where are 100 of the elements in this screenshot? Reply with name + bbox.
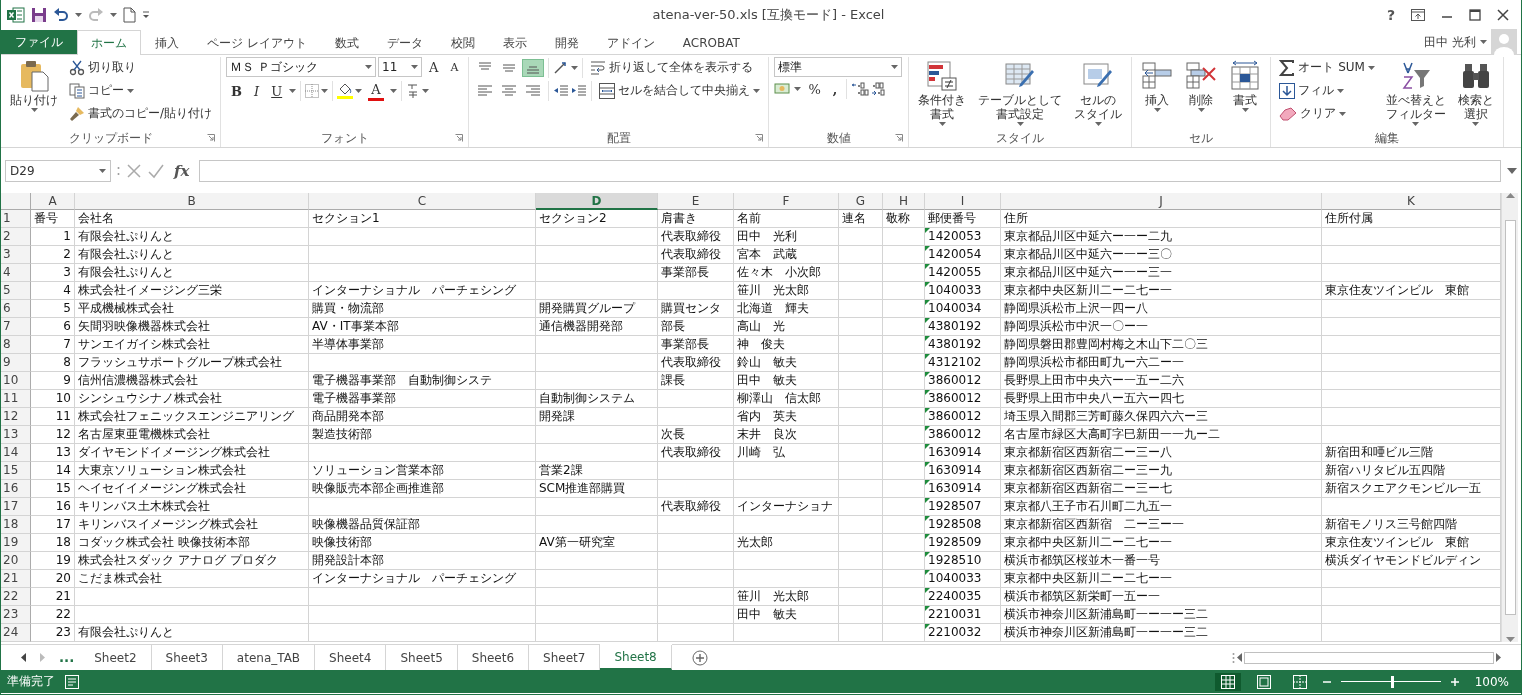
formula-input[interactable]: [199, 160, 1501, 182]
column-header[interactable]: H: [883, 193, 925, 210]
increase-decimal-icon[interactable]: [851, 82, 870, 96]
add-sheet-icon[interactable]: [691, 649, 708, 666]
empty-cell[interactable]: [839, 480, 883, 498]
font-size-field[interactable]: 11: [378, 57, 423, 77]
empty-cell[interactable]: [1322, 588, 1501, 606]
ribbon-button[interactable]: フィル: [1276, 80, 1378, 101]
format-button[interactable]: U: [266, 81, 288, 101]
caret-icon[interactable]: [571, 65, 579, 70]
fill-color-icon[interactable]: [337, 83, 354, 99]
empty-cell[interactable]: [839, 318, 883, 336]
decrease-indent-icon[interactable]: [553, 83, 570, 98]
column-header[interactable]: E: [658, 193, 734, 210]
empty-cell[interactable]: [1322, 408, 1501, 426]
row-header[interactable]: 15: [1, 462, 31, 480]
view-button[interactable]: [1214, 672, 1241, 691]
empty-cell[interactable]: [839, 462, 883, 480]
column-header[interactable]: G: [839, 193, 883, 210]
ribbon-button[interactable]: クリア: [1276, 103, 1378, 124]
error-indicator-icon[interactable]: [925, 570, 930, 575]
sheet-tab[interactable]: Sheet8: [600, 645, 672, 670]
row-header[interactable]: 9: [1, 354, 31, 372]
expand-icon[interactable]: [1507, 168, 1517, 174]
ribbon-tab[interactable]: 開発: [540, 30, 593, 55]
format-button[interactable]: B: [226, 81, 248, 101]
empty-cell[interactable]: [658, 462, 734, 480]
column-header[interactable]: C: [309, 193, 536, 210]
ribbon-button[interactable]: 書式のコピー/貼り付け: [66, 103, 216, 124]
row-header[interactable]: 3: [1, 246, 31, 264]
ribbon-button[interactable]: 削除: [1181, 57, 1222, 115]
ribbon-tab[interactable]: アドイン: [592, 30, 669, 55]
caret-icon[interactable]: [75, 13, 82, 17]
ribbon-button[interactable]: オート SUM: [1276, 57, 1378, 78]
zoom-slider-thumb[interactable]: [1390, 675, 1394, 688]
ribbon-button[interactable]: 条件付き 書式: [914, 57, 971, 129]
caret-icon[interactable]: [110, 13, 117, 17]
error-indicator-icon[interactable]: [925, 408, 930, 413]
ribbon-tab[interactable]: ページ レイアウト: [193, 30, 321, 55]
undo-icon[interactable]: [53, 8, 69, 22]
document-icon[interactable]: [123, 7, 136, 23]
caret-icon[interactable]: [1480, 40, 1487, 44]
row-header[interactable]: 10: [1, 372, 31, 390]
empty-cell[interactable]: [839, 552, 883, 570]
column-header[interactable]: D: [536, 193, 658, 210]
error-indicator-icon[interactable]: [925, 426, 930, 431]
row-header[interactable]: 6: [1, 300, 31, 318]
zoom-in-icon[interactable]: [1450, 677, 1459, 686]
empty-cell[interactable]: [1322, 300, 1501, 318]
dialog-launcher-icon[interactable]: [455, 134, 464, 142]
ribbon-button[interactable]: 書式: [1225, 57, 1266, 115]
column-header[interactable]: A: [31, 193, 75, 210]
row-header[interactable]: 20: [1, 552, 31, 570]
phonetic-guide-icon[interactable]: [405, 83, 420, 99]
horizontal-scrollbar[interactable]: [1244, 651, 1494, 664]
paste-button[interactable]: 貼り付け: [6, 57, 62, 115]
empty-cell[interactable]: [839, 624, 883, 642]
empty-cell[interactable]: [839, 588, 883, 606]
empty-cell[interactable]: [536, 624, 658, 642]
empty-cell[interactable]: [839, 408, 883, 426]
empty-cell[interactable]: [839, 282, 883, 300]
empty-cell[interactable]: [536, 552, 658, 570]
empty-cell[interactable]: [1322, 354, 1501, 372]
error-indicator-icon[interactable]: [925, 606, 930, 611]
caret-icon[interactable]: [289, 89, 297, 93]
empty-cell[interactable]: [839, 228, 883, 246]
error-indicator-icon[interactable]: [925, 372, 930, 377]
error-indicator-icon[interactable]: [925, 246, 930, 251]
empty-cell[interactable]: [839, 534, 883, 552]
next-sheet-icon[interactable]: [40, 653, 45, 662]
column-header[interactable]: F: [734, 193, 839, 210]
empty-cell[interactable]: [839, 606, 883, 624]
error-indicator-icon[interactable]: [925, 336, 930, 341]
save-icon[interactable]: [31, 7, 47, 23]
row-header[interactable]: 22: [1, 588, 31, 606]
dialog-launcher-icon[interactable]: [207, 134, 216, 142]
error-indicator-icon[interactable]: [925, 588, 930, 593]
caret-icon[interactable]: [794, 87, 802, 91]
format-button[interactable]: ,: [827, 79, 843, 99]
dialog-launcher-icon[interactable]: [895, 134, 904, 142]
format-button[interactable]: A: [445, 58, 464, 76]
error-indicator-icon[interactable]: [925, 552, 930, 557]
ribbon-button[interactable]: セルの スタイル: [1070, 57, 1127, 129]
empty-cell[interactable]: [1322, 336, 1501, 354]
ribbon-button[interactable]: 挿入: [1137, 57, 1178, 115]
empty-cell[interactable]: [536, 606, 658, 624]
column-header[interactable]: K: [1322, 193, 1501, 210]
row-header[interactable]: 11: [1, 390, 31, 408]
ribbon-tab[interactable]: ホーム: [77, 30, 141, 55]
empty-cell[interactable]: [309, 606, 536, 624]
error-indicator-icon[interactable]: [925, 624, 930, 629]
close-icon[interactable]: [1497, 9, 1509, 21]
ribbon-button[interactable]: 検索と 選択: [1453, 57, 1498, 129]
more-sheets-button[interactable]: ...: [53, 645, 81, 670]
empty-cell[interactable]: [839, 498, 883, 516]
row-header[interactable]: 2: [1, 228, 31, 246]
row-header[interactable]: 1: [1, 210, 31, 228]
ribbon-tab[interactable]: データ: [372, 30, 437, 55]
increase-indent-icon[interactable]: [571, 83, 588, 98]
column-header[interactable]: B: [75, 193, 309, 210]
